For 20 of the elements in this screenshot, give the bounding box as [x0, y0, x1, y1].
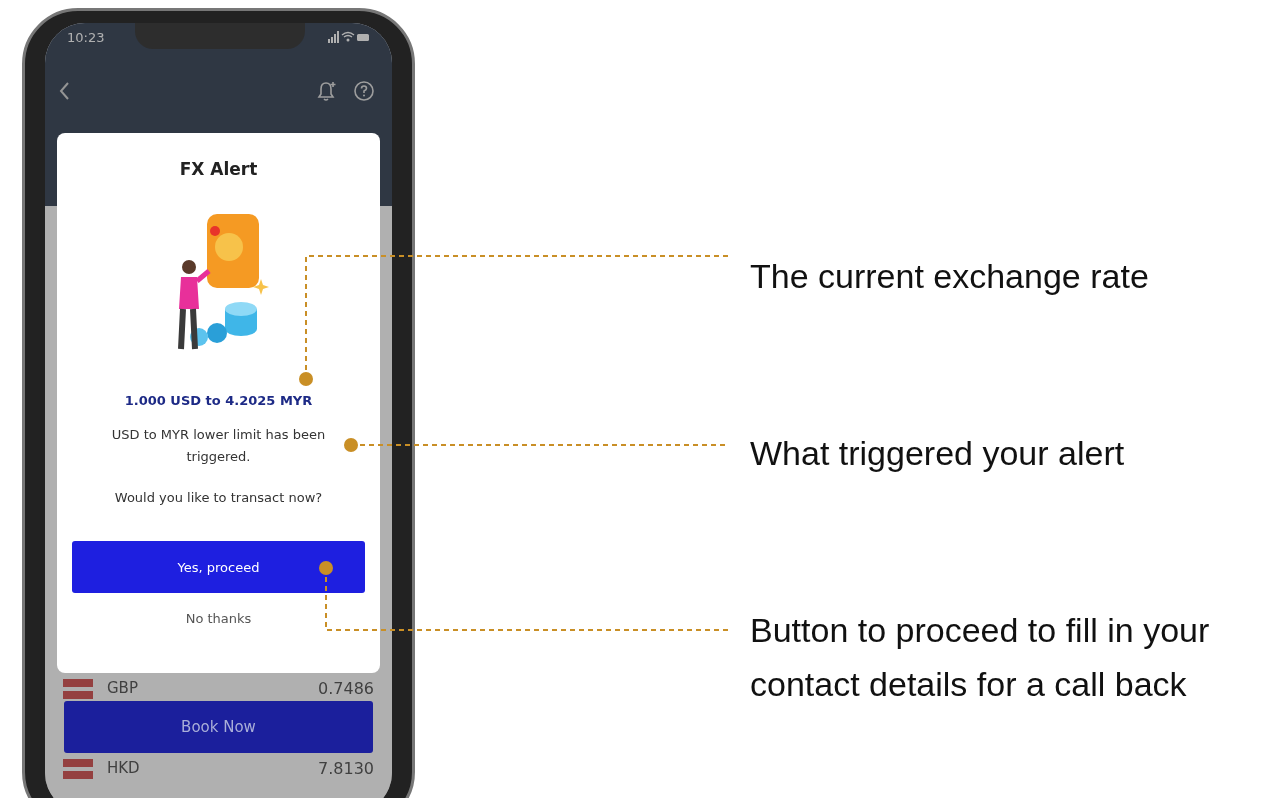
currency-code: GBP	[107, 679, 138, 697]
status-icons	[328, 31, 370, 43]
annotation-text: What triggered your alert	[750, 433, 1126, 474]
currency-code: HKD	[107, 759, 140, 777]
help-icon[interactable]	[352, 79, 376, 103]
no-thanks-button[interactable]: No thanks	[175, 605, 262, 632]
currency-rate: 7.8130	[318, 759, 374, 778]
book-now-button[interactable]: Book Now	[64, 701, 373, 753]
annotation-text: The current exchange rate	[750, 256, 1150, 297]
back-icon[interactable]	[59, 81, 71, 101]
flag-icon	[63, 759, 93, 779]
status-time: 10:23	[67, 29, 105, 45]
dialog-title: FX Alert	[179, 159, 258, 179]
alert-message: USD to MYR lower limit has been triggered.	[110, 426, 327, 466]
flag-icon	[63, 679, 93, 699]
proceed-button[interactable]: Yes, proceed	[72, 541, 365, 593]
prompt-text: Would you like to transact now?	[114, 490, 323, 505]
exchange-rate-text: 1.000 USD to 4.2025 MYR	[124, 393, 313, 408]
annotation-text: Button to proceed to fill in your contact details for a call back	[750, 610, 1211, 705]
currency-rate: 0.7486	[318, 679, 374, 698]
